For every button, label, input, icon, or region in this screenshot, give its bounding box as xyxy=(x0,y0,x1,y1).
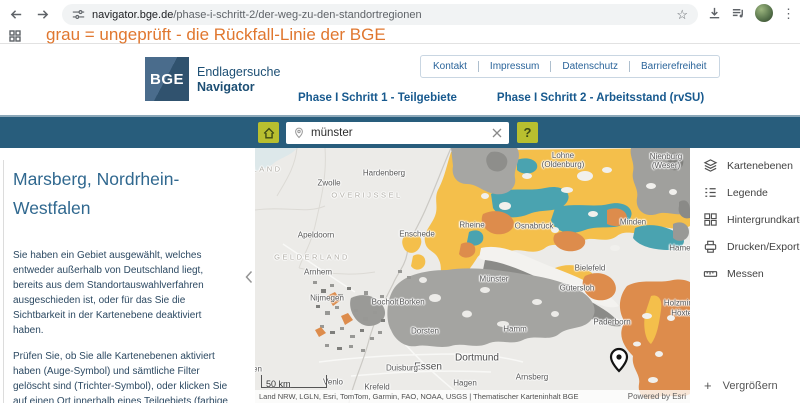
apps-grid-icon[interactable] xyxy=(9,30,21,42)
search-box xyxy=(286,122,509,144)
tool-kartenebenen[interactable]: Kartenebenen xyxy=(690,152,800,179)
home-button[interactable] xyxy=(258,122,279,143)
browser-chrome: navigator.bge.de/phase-i-schritt-2/der-w… xyxy=(0,0,800,44)
url-text: navigator.bge.de/phase-i-schritt-2/der-w… xyxy=(92,9,422,21)
avatar[interactable] xyxy=(755,4,773,22)
phase-link-1[interactable]: Phase I Schritt 1 - Teilgebiete xyxy=(298,92,457,104)
tool-legende[interactable]: Legende xyxy=(690,179,800,206)
bge-logo[interactable]: BGE xyxy=(145,57,189,101)
forward-icon[interactable] xyxy=(34,6,51,23)
tool-messen[interactable]: Messen xyxy=(690,260,800,287)
attribution-text: Land NRW, LGLN, Esri, TomTom, Garmin, FA… xyxy=(259,392,579,401)
meta-link-kontakt[interactable]: Kontakt xyxy=(433,61,467,72)
tool-drucken-exportieren[interactable]: Drucken/Exportieren xyxy=(690,233,800,260)
location-pin-icon xyxy=(293,127,305,139)
tool-label: Hintergrundkarten xyxy=(727,214,800,226)
search-band: ? xyxy=(0,115,800,148)
download-icon[interactable] xyxy=(707,6,722,21)
logo-line2: Navigator xyxy=(197,80,280,95)
tools-sidebar: Kartenebenen Legende Hintergrundkarten Druc… xyxy=(690,148,800,403)
tool-label: Drucken/Exportieren xyxy=(727,241,800,253)
layers-icon xyxy=(703,158,718,173)
map-canvas[interactable]: FLEVOLANDOVERIJSSELGELDERLANDZwolleHarde… xyxy=(255,148,690,403)
panel-title: Marsberg, Nordrhein-Westfalen xyxy=(13,165,231,224)
plus-icon: + xyxy=(704,378,712,393)
meta-nav: Kontakt Impressum Datenschutz Barrierefreih… xyxy=(420,55,720,78)
info-panel: Marsberg, Nordrhein-Westfalen Sie haben … xyxy=(0,148,255,403)
print-icon xyxy=(703,239,718,254)
site-permissions-icon[interactable] xyxy=(72,8,85,21)
kebab-menu-icon[interactable]: ⋮ xyxy=(782,7,795,20)
back-icon[interactable] xyxy=(8,6,25,23)
powered-by: Powered by Esri xyxy=(628,392,686,401)
attribution-bar: Land NRW, LGLN, Esri, TomTom, Garmin, FA… xyxy=(255,390,690,403)
tool-hintergrundkarten[interactable]: Hintergrundkarten xyxy=(690,206,800,233)
tool-label: Legende xyxy=(727,187,768,199)
annotation-text: grau = ungeprüft - die Rückfall-Linie de… xyxy=(46,25,386,45)
meta-link-impressum[interactable]: Impressum xyxy=(478,61,539,72)
scale-label: 50 km xyxy=(262,379,291,389)
tools-list: Kartenebenen Legende Hintergrundkarten Druc… xyxy=(690,152,800,287)
panel-collapse-chevron-icon[interactable] xyxy=(243,264,255,290)
media-list-icon[interactable] xyxy=(731,6,746,21)
meta-link-barrierefreiheit[interactable]: Barrierefreiheit xyxy=(629,61,707,72)
panel-paragraph-1: Sie haben ein Gebiet ausgewählt, welches… xyxy=(13,248,231,338)
bookmark-star-icon[interactable]: ☆ xyxy=(676,8,688,21)
meta-link-datenschutz[interactable]: Datenschutz xyxy=(550,61,618,72)
site-header: BGE Endlagersuche Navigator Kontakt Impre… xyxy=(0,44,800,115)
logo-wordmark: Endlagersuche Navigator xyxy=(197,65,280,95)
panel-paragraph-2: Prüfen Sie, ob Sie alle Kartenebenen akt… xyxy=(13,349,231,403)
legend-icon xyxy=(703,185,718,200)
search-input[interactable] xyxy=(311,127,492,139)
tool-label: Messen xyxy=(727,268,764,280)
zoom-in-label: Vergrößern xyxy=(723,380,778,392)
zoom-in-button[interactable]: + Vergrößern xyxy=(704,378,778,393)
clear-icon[interactable] xyxy=(492,128,502,138)
help-button[interactable]: ? xyxy=(517,122,538,143)
url-bar[interactable]: navigator.bge.de/phase-i-schritt-2/der-w… xyxy=(62,4,698,25)
map-pin-icon xyxy=(609,347,629,373)
phase-nav: Phase I Schritt 1 - Teilgebiete Phase I S… xyxy=(298,92,704,104)
home-icon xyxy=(262,126,276,140)
tool-label: Kartenebenen xyxy=(727,160,793,172)
phase-link-2[interactable]: Phase I Schritt 2 - Arbeitsstand (rvSU) xyxy=(497,92,704,104)
basemap-grid-icon xyxy=(703,212,718,227)
logo-abbr: BGE xyxy=(150,71,184,88)
measure-icon xyxy=(703,266,718,281)
scale-bar: 50 km xyxy=(261,375,327,388)
logo-line1: Endlagersuche xyxy=(197,65,280,80)
